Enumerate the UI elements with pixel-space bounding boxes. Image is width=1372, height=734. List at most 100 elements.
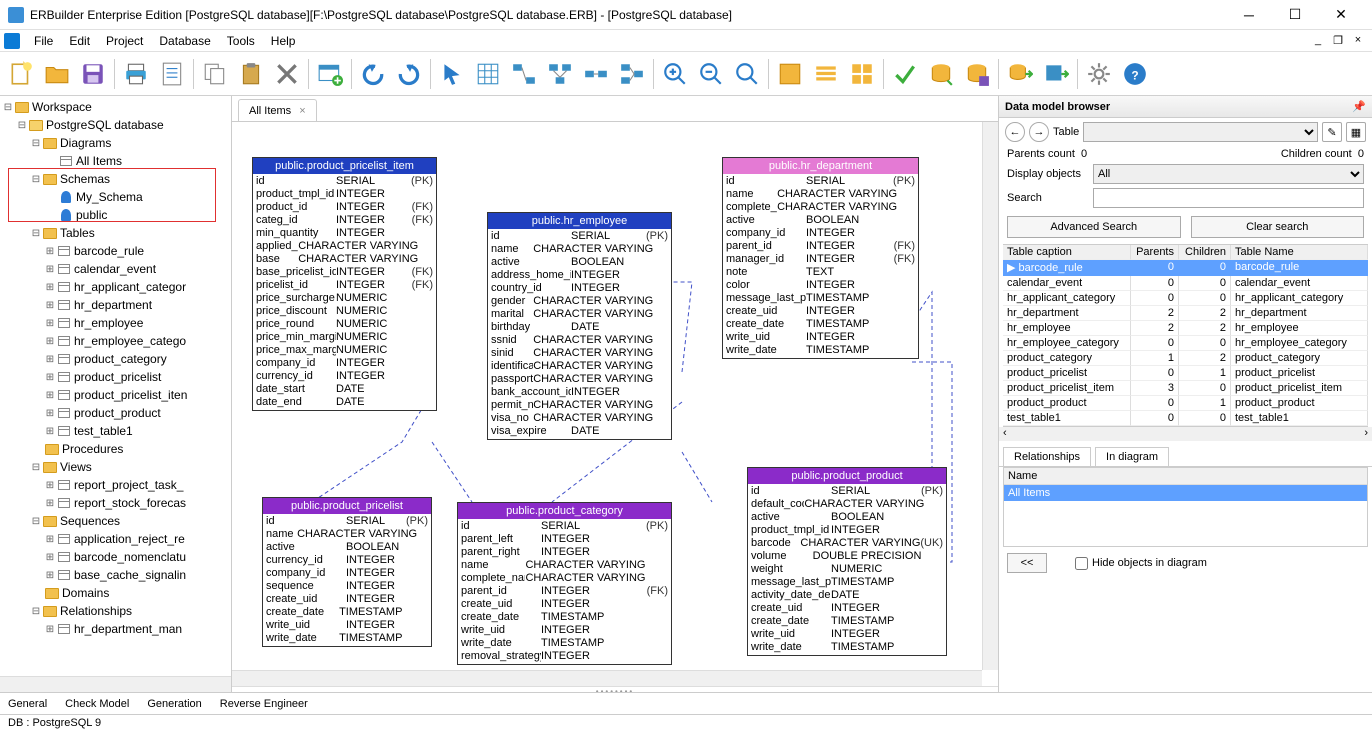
nav-forward-button[interactable]: → [1029,122,1049,142]
expand-icon[interactable]: ⊞ [44,480,56,491]
expand-icon[interactable]: ⊟ [30,138,42,149]
redo-button[interactable] [392,57,426,91]
rel-col-name[interactable]: Name [1004,468,1367,485]
tree-item[interactable]: product_pricelist_iten [74,388,187,402]
db-save-button[interactable] [960,57,994,91]
status-tab-check[interactable]: Check Model [65,698,129,710]
paste-button[interactable] [234,57,268,91]
tree-item[interactable]: application_reject_re [74,532,185,546]
subtab-in-diagram[interactable]: In diagram [1095,447,1169,466]
tree-diagrams[interactable]: Diagrams [60,136,111,150]
expand-icon[interactable]: ⊞ [44,498,56,509]
expand-icon[interactable]: ⊞ [44,552,56,563]
expand-icon[interactable]: ⊟ [16,120,28,131]
pointer-button[interactable] [435,57,469,91]
tree-item[interactable]: report_project_task_ [74,478,183,492]
tree-db[interactable]: PostgreSQL database [46,118,164,132]
expand-icon[interactable]: ⊞ [44,390,56,401]
save-button[interactable] [76,57,110,91]
maximize-button[interactable]: ☐ [1272,0,1318,30]
hide-objects-checkbox[interactable]: Hide objects in diagram [1075,557,1207,570]
grid-row[interactable]: hr_employee_category00hr_employee_catego… [1003,336,1368,351]
expand-icon[interactable]: ⊟ [30,606,42,617]
zoom-out-button[interactable] [694,57,728,91]
table-select[interactable] [1083,122,1318,142]
tree-item[interactable]: barcode_rule [74,244,144,258]
tree-views[interactable]: Views [60,460,92,474]
expand-icon[interactable]: ⊞ [44,282,56,293]
check-button[interactable] [888,57,922,91]
delete-button[interactable] [270,57,304,91]
grid-row[interactable]: calendar_event00calendar_event [1003,276,1368,291]
pin-icon[interactable]: 📌 [1352,100,1366,113]
menu-database[interactable]: Database [151,32,218,50]
menu-file[interactable]: File [26,32,61,50]
db-gen-button[interactable] [924,57,958,91]
er-table-header[interactable]: public.hr_department [723,158,918,174]
report-button[interactable] [155,57,189,91]
er-table-header[interactable]: public.hr_employee [488,213,671,229]
tree-item[interactable]: barcode_nomenclatu [74,550,186,564]
settings-button[interactable] [1082,57,1116,91]
subtab-relationships[interactable]: Relationships [1003,447,1091,466]
search-input[interactable] [1093,188,1364,208]
expand-icon[interactable]: ⊟ [30,516,42,527]
tree-sequences[interactable]: Sequences [60,514,120,528]
edit-button[interactable]: ✎ [1322,122,1342,142]
tree-item[interactable]: report_stock_forecas [74,496,186,510]
diagram-canvas[interactable]: public.product_pricelist_item idSERIAL(P… [232,122,998,686]
expand-icon[interactable]: ⊟ [30,462,42,473]
canvas-hscroll[interactable] [232,670,982,686]
tree-item[interactable]: product_category [74,352,167,366]
er-table-header[interactable]: public.product_pricelist [263,498,431,514]
tree-procedures[interactable]: Procedures [62,442,123,456]
grid-row[interactable]: product_category12product_category [1003,351,1368,366]
expand-icon[interactable]: ⊞ [44,354,56,365]
grid-hscroll[interactable]: ‹› [999,427,1372,441]
tab-all-items[interactable]: All Items × [238,99,317,121]
tree-item[interactable]: hr_employee_catego [74,334,186,348]
display-objects-select[interactable]: All [1093,164,1364,184]
minimize-button[interactable]: ─ [1226,0,1272,30]
status-tab-general[interactable]: General [8,698,47,710]
col-name[interactable]: Table Name [1231,245,1368,260]
grid-row[interactable]: hr_employee22hr_employee [1003,321,1368,336]
tree-hscroll[interactable] [0,676,231,692]
tree-all-items[interactable]: All Items [76,154,122,168]
expand-icon[interactable]: ⊞ [44,372,56,383]
workspace-tree[interactable]: ⊟Workspace ⊟PostgreSQL database ⊟Diagram… [0,96,231,676]
new-table-button[interactable] [313,57,347,91]
er-table-header[interactable]: public.product_product [748,468,946,484]
grid-row[interactable]: test_table100test_table1 [1003,411,1368,426]
expand-icon[interactable]: ⊟ [2,102,14,113]
grid-row[interactable]: product_pricelist01product_pricelist [1003,366,1368,381]
tree-relationships[interactable]: Relationships [60,604,132,618]
tree-item[interactable]: test_table1 [74,424,133,438]
er-table-header[interactable]: public.product_pricelist_item [253,158,436,174]
expand-icon[interactable]: ⊞ [44,336,56,347]
relation1-button[interactable] [507,57,541,91]
tab-close-icon[interactable]: × [299,105,305,117]
hide-objects-input[interactable] [1075,557,1088,570]
open-button[interactable] [40,57,74,91]
relation2-button[interactable] [543,57,577,91]
help-button[interactable]: ? [1118,57,1152,91]
expand-icon[interactable]: ⊟ [30,174,42,185]
tree-item[interactable]: calendar_event [74,262,156,276]
new-button[interactable] [4,57,38,91]
grid-row[interactable]: hr_applicant_category00hr_applicant_cate… [1003,291,1368,306]
col-parents[interactable]: Parents [1131,245,1179,260]
print-button[interactable] [119,57,153,91]
expand-icon[interactable]: ⊞ [44,246,56,257]
tree-tables[interactable]: Tables [60,226,95,240]
model-grid[interactable]: Table caption Parents Children Table Nam… [1003,244,1368,427]
zoom-button[interactable] [730,57,764,91]
nav-back-button[interactable]: ← [1005,122,1025,142]
clear-search-button[interactable]: Clear search [1191,216,1365,238]
expand-icon[interactable]: ⊞ [44,318,56,329]
tree-schema-2[interactable]: public [76,208,107,222]
db-export-button[interactable] [1039,57,1073,91]
menu-tools[interactable]: Tools [219,32,263,50]
status-tab-reverse[interactable]: Reverse Engineer [220,698,308,710]
zoom-in-button[interactable] [658,57,692,91]
